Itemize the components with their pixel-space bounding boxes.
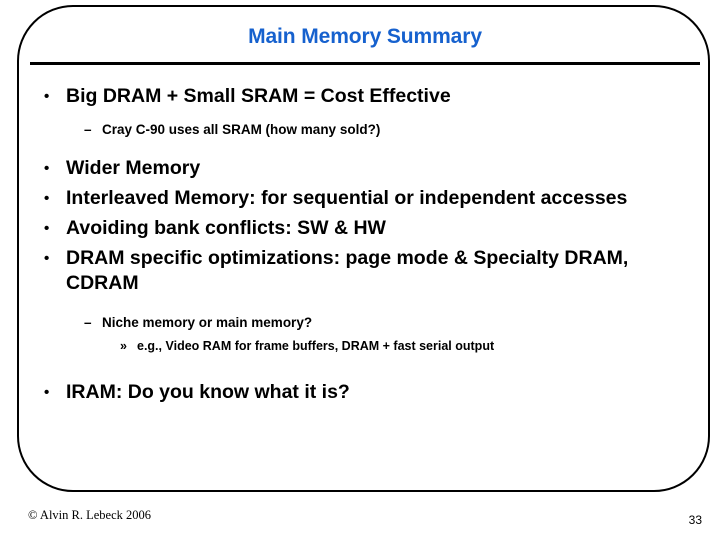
- bullet-marker-dot-icon: •: [44, 384, 50, 401]
- bullet-level1: • DRAM specific optimizations: page mode…: [34, 246, 694, 296]
- bullet-text: Wider Memory: [66, 157, 201, 179]
- page-title: Main Memory Summary: [248, 25, 482, 48]
- bullet-text: Interleaved Memory: for sequential or in…: [66, 187, 628, 209]
- bullet-level1: • Big DRAM + Small SRAM = Cost Effective: [34, 84, 694, 109]
- slide: Main Memory Summary • Big DRAM + Small S…: [0, 0, 720, 540]
- bullet-text: Avoiding bank conflicts: SW & HW: [66, 217, 386, 239]
- bullet-marker-dot-icon: •: [44, 220, 50, 237]
- bullet-marker-dash-icon: –: [84, 122, 92, 137]
- title-divider: [30, 62, 700, 65]
- bullet-text: Big DRAM + Small SRAM = Cost Effective: [66, 85, 451, 107]
- bullet-level2: – Niche memory or main memory?: [34, 313, 694, 332]
- bullet-marker-dot-icon: •: [44, 160, 50, 177]
- bullet-text: Niche memory or main memory?: [102, 315, 313, 330]
- bullet-marker-dash-icon: –: [84, 315, 92, 330]
- bullet-level1: • Wider Memory: [34, 156, 694, 181]
- footer-page-number: 33: [688, 513, 702, 527]
- bullet-text: DRAM specific optimizations: page mode &…: [66, 247, 629, 294]
- bullet-list: • Big DRAM + Small SRAM = Cost Effective…: [34, 84, 694, 405]
- bullet-marker-dot-icon: •: [44, 190, 50, 207]
- bullet-text: IRAM: Do you know what it is?: [66, 381, 350, 403]
- bullet-marker-dot-icon: •: [44, 88, 50, 105]
- bullet-marker-guillemet-icon: »: [120, 339, 127, 353]
- bullet-level1: • Avoiding bank conflicts: SW & HW: [34, 216, 694, 241]
- bullet-level1: • IRAM: Do you know what it is?: [34, 380, 694, 405]
- bullet-text: Cray C-90 uses all SRAM (how many sold?): [102, 122, 381, 137]
- bullet-level2: – Cray C-90 uses all SRAM (how many sold…: [34, 120, 694, 139]
- bullet-level1: • Interleaved Memory: for sequential or …: [34, 186, 694, 211]
- bullet-marker-dot-icon: •: [44, 250, 50, 267]
- bullet-text: e.g., Video RAM for frame buffers, DRAM …: [137, 339, 495, 353]
- bullet-level3: » e.g., Video RAM for frame buffers, DRA…: [34, 337, 694, 355]
- footer-copyright: © Alvin R. Lebeck 2006: [28, 508, 152, 522]
